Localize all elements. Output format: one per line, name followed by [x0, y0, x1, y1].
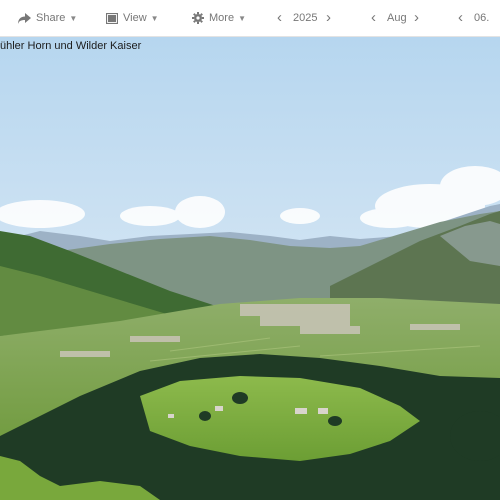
year-prev-button[interactable]: ‹: [277, 0, 282, 36]
caret-down-icon: ▼: [150, 13, 159, 23]
share-label: Share: [36, 12, 66, 24]
gear-icon: [192, 12, 204, 24]
day-value: 06.: [474, 12, 490, 24]
year-next-button[interactable]: ›: [326, 0, 331, 36]
caret-down-icon: ▼: [69, 13, 78, 23]
view-icon: [106, 12, 118, 24]
month-value: Aug: [387, 12, 407, 24]
share-icon: [18, 12, 31, 24]
caret-down-icon: ▼: [238, 13, 246, 23]
more-button[interactable]: More ▼: [192, 0, 246, 36]
panorama-image: [0, 36, 500, 500]
panorama-photo[interactable]: [0, 36, 500, 500]
share-button[interactable]: Share ▼: [18, 0, 77, 36]
view-label: View: [123, 12, 147, 24]
chevron-left-icon: ‹: [458, 9, 463, 26]
view-button[interactable]: View ▼: [106, 0, 159, 36]
chevron-right-icon: ›: [326, 9, 331, 26]
month-prev-button[interactable]: ‹: [371, 0, 376, 36]
chevron-left-icon: ‹: [371, 9, 376, 26]
year-value: 2025: [293, 12, 318, 24]
day-prev-button[interactable]: ‹: [458, 0, 463, 36]
top-toolbar: Share ▼ View ▼ More ▼ ‹ 2025 › ‹ Aug › ‹…: [0, 0, 500, 37]
month-next-button[interactable]: ›: [414, 0, 419, 36]
chevron-right-icon: ›: [414, 9, 419, 26]
chevron-left-icon: ‹: [277, 9, 282, 26]
photo-caption: ühler Horn und Wilder Kaiser: [0, 40, 142, 52]
more-label: More: [209, 12, 235, 24]
